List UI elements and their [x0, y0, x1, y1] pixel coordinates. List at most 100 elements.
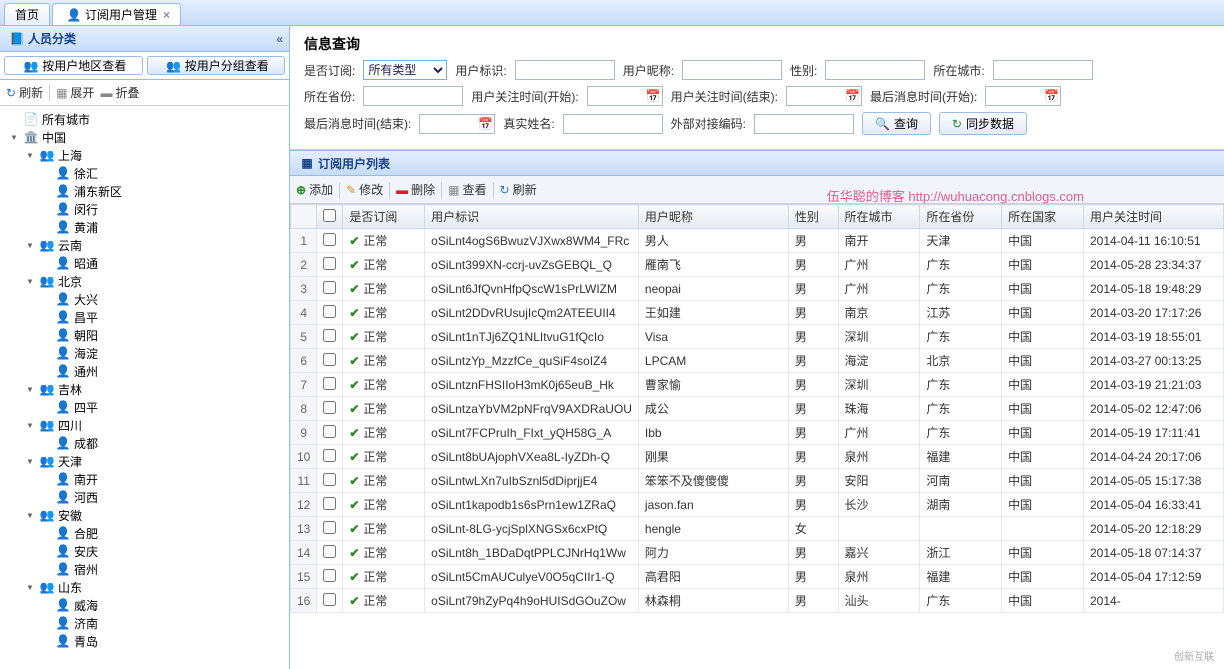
sync-button[interactable]: ↻同步数据: [939, 112, 1027, 135]
subtab-by-area[interactable]: 👥 按用户地区查看: [4, 56, 143, 75]
expand-toggle-icon[interactable]: ▾: [24, 418, 36, 432]
tree-node[interactable]: 📄所有城市: [0, 110, 289, 128]
tree-node[interactable]: ▾👥山东: [0, 578, 289, 596]
expand-toggle-icon[interactable]: ▾: [24, 238, 36, 252]
city-input[interactable]: [993, 60, 1093, 80]
region-tree[interactable]: 📄所有城市▾🏛️中国▾👥上海👤徐汇👤浦东新区👤闵行👤黄浦▾👥云南👤昭通▾👥北京👤…: [0, 106, 289, 669]
row-checkbox[interactable]: [323, 233, 336, 246]
realname-input[interactable]: [563, 114, 663, 134]
province-input[interactable]: [363, 86, 463, 106]
data-grid[interactable]: 是否订阅 用户标识 用户昵称 性别 所在城市 所在省份 所在国家 用户关注时间 …: [290, 204, 1224, 669]
tree-node[interactable]: 👤昌平: [0, 308, 289, 326]
row-checkbox[interactable]: [323, 593, 336, 606]
collapse-left-icon[interactable]: «: [276, 32, 283, 46]
edit-button[interactable]: ✎修改: [346, 181, 383, 198]
tree-node[interactable]: ▾👥云南: [0, 236, 289, 254]
tree-node[interactable]: 👤青岛: [0, 632, 289, 650]
expand-toggle-icon[interactable]: ▾: [8, 130, 20, 144]
tree-node[interactable]: 👤昭通: [0, 254, 289, 272]
grid-refresh-button[interactable]: ↻刷新: [500, 181, 537, 198]
tree-node[interactable]: 👤海淀: [0, 344, 289, 362]
row-checkbox[interactable]: [323, 257, 336, 270]
sex-input[interactable]: [825, 60, 925, 80]
table-row[interactable]: 9 ✔正常 oSiLnt7FCPruIh_FIxt_yQH58G_A Ibb 男…: [291, 421, 1224, 445]
expand-toggle-icon[interactable]: ▾: [24, 454, 36, 468]
row-checkbox[interactable]: [323, 521, 336, 534]
tree-node[interactable]: ▾👥天津: [0, 452, 289, 470]
tree-node[interactable]: ▾👥四川: [0, 416, 289, 434]
table-row[interactable]: 15 ✔正常 oSiLnt5CmAUCulyeV0O5qCIIr1-Q 高君阳 …: [291, 565, 1224, 589]
delete-button[interactable]: ▬删除: [396, 181, 435, 198]
expand-toggle-icon[interactable]: ▾: [24, 274, 36, 288]
userid-input[interactable]: [515, 60, 615, 80]
table-row[interactable]: 10 ✔正常 oSiLnt8bUAjophVXea8L-IyZDh-Q 刚果 男…: [291, 445, 1224, 469]
tree-refresh-button[interactable]: ↻刷新: [6, 84, 43, 101]
tree-node[interactable]: 👤大兴: [0, 290, 289, 308]
lastmsg-end-date[interactable]: 📅: [419, 114, 495, 134]
table-row[interactable]: 5 ✔正常 oSiLnt1nTJj6ZQ1NLItvuG1fQcIo Visa …: [291, 325, 1224, 349]
tab-home[interactable]: 首页: [4, 3, 50, 25]
add-button[interactable]: ⊕添加: [296, 181, 333, 198]
tree-node[interactable]: 👤四平: [0, 398, 289, 416]
tree-node[interactable]: ▾🏛️中国: [0, 128, 289, 146]
row-checkbox[interactable]: [323, 545, 336, 558]
expand-toggle-icon[interactable]: ▾: [24, 580, 36, 594]
tree-node[interactable]: 👤黄浦: [0, 218, 289, 236]
expand-toggle-icon[interactable]: ▾: [24, 382, 36, 396]
table-row[interactable]: 7 ✔正常 oSiLntznFHSIIoH3mK0j65euB_Hk 曹家愉 男…: [291, 373, 1224, 397]
row-checkbox[interactable]: [323, 377, 336, 390]
tree-node[interactable]: ▾👥北京: [0, 272, 289, 290]
view-button[interactable]: ▦查看: [448, 181, 486, 198]
tree-node[interactable]: 👤济南: [0, 614, 289, 632]
tree-node[interactable]: ▾👥安徽: [0, 506, 289, 524]
tree-node[interactable]: ▾👥上海: [0, 146, 289, 164]
expand-toggle-icon[interactable]: ▾: [24, 148, 36, 162]
lastmsg-start-date[interactable]: 📅: [985, 86, 1061, 106]
tree-node[interactable]: 👤合肥: [0, 524, 289, 542]
tab-subscribers[interactable]: 👤 订阅用户管理 ×: [52, 3, 181, 25]
tree-node[interactable]: 👤通州: [0, 362, 289, 380]
nickname-input[interactable]: [682, 60, 782, 80]
table-row[interactable]: 2 ✔正常 oSiLnt399XN-ccrj-uvZsGEBQL_Q 雁南飞 男…: [291, 253, 1224, 277]
table-row[interactable]: 14 ✔正常 oSiLnt8h_1BDaDqtPPLCJNrHq1Ww 阿力 男…: [291, 541, 1224, 565]
row-checkbox[interactable]: [323, 401, 336, 414]
tree-node[interactable]: 👤安庆: [0, 542, 289, 560]
tree-node[interactable]: ▾👥吉林: [0, 380, 289, 398]
row-checkbox[interactable]: [323, 305, 336, 318]
row-checkbox[interactable]: [323, 353, 336, 366]
row-checkbox[interactable]: [323, 281, 336, 294]
tree-node[interactable]: 👤徐汇: [0, 164, 289, 182]
follow-end-date[interactable]: 📅: [786, 86, 862, 106]
row-checkbox[interactable]: [323, 497, 336, 510]
row-checkbox[interactable]: [323, 569, 336, 582]
tree-node[interactable]: 👤南开: [0, 470, 289, 488]
tree-node[interactable]: 👤宿州: [0, 560, 289, 578]
table-row[interactable]: 1 ✔正常 oSiLnt4ogS6BwuzVJXwx8WM4_FRc 男人 男 …: [291, 229, 1224, 253]
tab-close-icon[interactable]: ×: [163, 8, 170, 22]
row-checkbox[interactable]: [323, 329, 336, 342]
extcode-input[interactable]: [754, 114, 854, 134]
subscribe-select[interactable]: 所有类型: [363, 60, 447, 80]
follow-start-date[interactable]: 📅: [587, 86, 663, 106]
expand-toggle-icon[interactable]: ▾: [24, 508, 36, 522]
tree-node[interactable]: 👤朝阳: [0, 326, 289, 344]
tree-node[interactable]: 👤河西: [0, 488, 289, 506]
tree-collapse-button[interactable]: ▬折叠: [100, 84, 139, 101]
row-checkbox[interactable]: [323, 449, 336, 462]
tree-node[interactable]: 👤浦东新区: [0, 182, 289, 200]
subtab-by-group[interactable]: 👥 按用户分组查看: [147, 56, 286, 75]
tree-node[interactable]: 👤闵行: [0, 200, 289, 218]
table-row[interactable]: 11 ✔正常 oSiLntwLXn7uIbSznl5dDiprjjE4 笨笨不及…: [291, 469, 1224, 493]
table-row[interactable]: 8 ✔正常 oSiLntzaYbVM2pNFrqV9AXDRaUOU 成公 男 …: [291, 397, 1224, 421]
table-row[interactable]: 3 ✔正常 oSiLnt6JfQvnHfpQscW1sPrLWIZM neopa…: [291, 277, 1224, 301]
row-checkbox[interactable]: [323, 425, 336, 438]
table-row[interactable]: 6 ✔正常 oSiLntzYp_MzzfCe_quSiF4soIZ4 LPCAM…: [291, 349, 1224, 373]
row-checkbox[interactable]: [323, 473, 336, 486]
tree-node[interactable]: 👤成都: [0, 434, 289, 452]
search-button[interactable]: 🔍查询: [862, 112, 931, 135]
select-all-checkbox[interactable]: [323, 209, 336, 222]
tree-node[interactable]: 👤威海: [0, 596, 289, 614]
table-row[interactable]: 12 ✔正常 oSiLnt1kapodb1s6sPrn1ew1ZRaQ jaso…: [291, 493, 1224, 517]
table-row[interactable]: 4 ✔正常 oSiLnt2DDvRUsujIcQm2ATEEUII4 王如建 男…: [291, 301, 1224, 325]
tree-expand-button[interactable]: ▦展开: [56, 84, 94, 101]
